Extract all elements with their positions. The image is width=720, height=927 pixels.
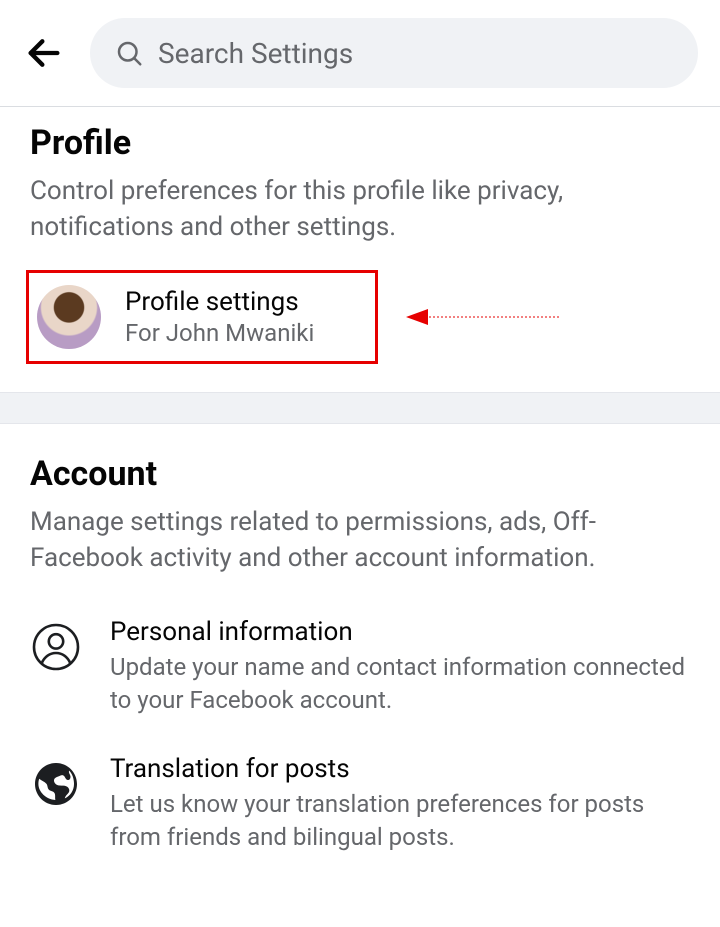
globe-icon [30, 758, 82, 810]
item-subtitle: Let us know your translation preferences… [110, 788, 690, 855]
profile-description: Control preferences for this profile lik… [30, 173, 690, 246]
search-icon [114, 38, 144, 68]
back-button[interactable] [22, 31, 66, 75]
account-title: Account [30, 454, 690, 494]
search-input[interactable]: Search Settings [90, 18, 698, 88]
translation-item[interactable]: Translation for posts Let us know your t… [30, 738, 690, 875]
section-gap [0, 392, 720, 424]
search-placeholder: Search Settings [158, 37, 353, 70]
personal-information-item[interactable]: Personal information Update your name an… [30, 601, 690, 738]
profile-title: Profile [30, 123, 690, 163]
item-title: Personal information [110, 617, 690, 647]
avatar [37, 285, 101, 349]
header-bar: Search Settings [0, 0, 720, 106]
account-section: Account Manage settings related to permi… [0, 424, 720, 903]
account-description: Manage settings related to permissions, … [30, 504, 690, 577]
item-subtitle: Update your name and contact information… [110, 651, 690, 718]
profile-section: Profile Control preferences for this pro… [0, 107, 720, 392]
profile-card-title: Profile settings [125, 287, 314, 317]
arrow-left-icon [24, 33, 64, 73]
person-icon [30, 621, 82, 673]
annotation-arrow-icon [404, 302, 564, 332]
profile-card-subtitle: For John Mwaniki [125, 319, 314, 347]
profile-settings-item[interactable]: Profile settings For John Mwaniki [26, 270, 378, 364]
item-title: Translation for posts [110, 754, 690, 784]
